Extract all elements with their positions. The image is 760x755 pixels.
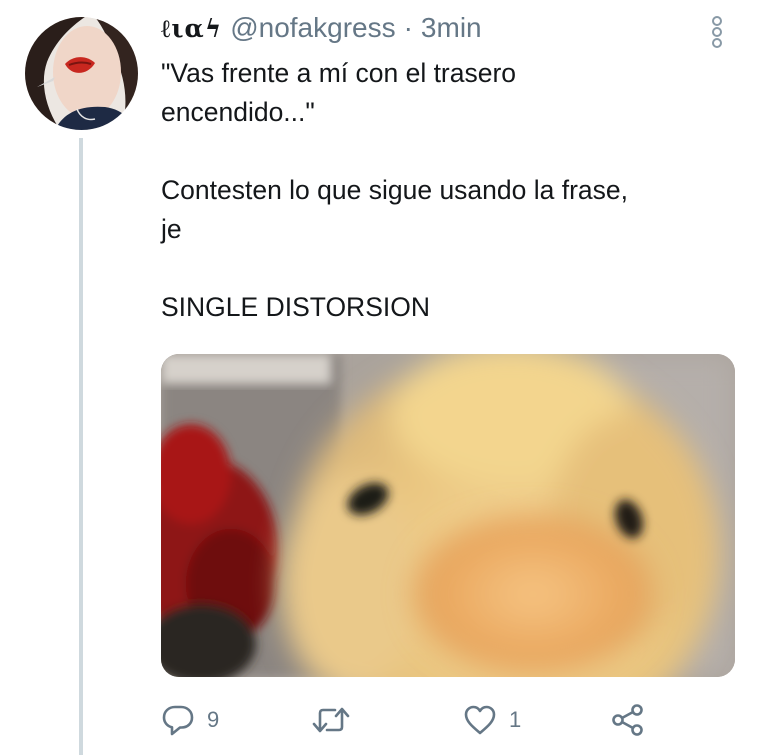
display-name[interactable]: ℓιαϟ	[161, 14, 222, 44]
reply-button[interactable]: 9	[161, 695, 219, 745]
timestamp[interactable]: 3min	[421, 12, 482, 44]
avatar[interactable]	[25, 17, 138, 130]
more-options-button[interactable]	[702, 12, 732, 52]
share-button[interactable]	[611, 695, 645, 745]
reply-icon	[162, 705, 194, 736]
avatar-image	[25, 17, 138, 130]
thread-line	[79, 138, 83, 755]
tweet-header: ℓιαϟ @nofakgress · 3min	[161, 12, 482, 50]
share-icon	[612, 704, 643, 736]
more-vertical-icon	[712, 16, 722, 48]
like-icon	[464, 705, 496, 735]
tweet: ℓιαϟ @nofakgress · 3min "Vas frente a mí…	[0, 0, 760, 755]
separator-dot: ·	[403, 12, 413, 43]
user-handle[interactable]: @nofakgress	[230, 12, 395, 44]
tweet-actions: 9 1	[161, 695, 735, 745]
reply-count: 9	[207, 707, 220, 732]
like-count: 1	[509, 707, 522, 732]
like-button[interactable]: 1	[463, 695, 521, 745]
tweet-media[interactable]	[161, 354, 735, 677]
retweet-icon	[312, 707, 350, 733]
duckling-image	[161, 354, 735, 677]
tweet-text: "Vas frente a mí con el trasero encendid…	[161, 58, 629, 322]
retweet-button[interactable]	[311, 695, 363, 745]
